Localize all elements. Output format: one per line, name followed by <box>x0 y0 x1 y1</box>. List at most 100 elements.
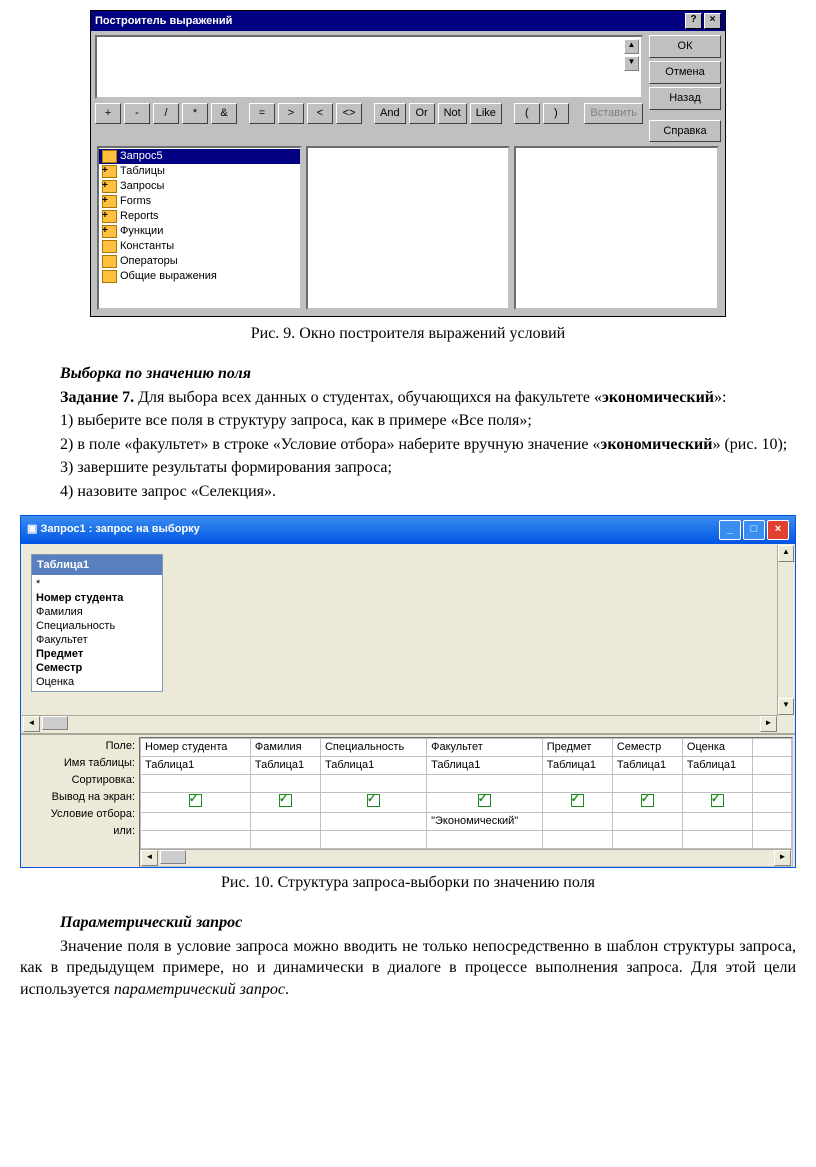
paste-button[interactable]: Вставить <box>584 103 643 124</box>
tree-item[interactable]: Forms <box>99 194 300 209</box>
op---button[interactable]: - <box>124 103 150 124</box>
show-checkbox[interactable] <box>478 794 491 807</box>
grid-scrollbar[interactable]: ◄► <box>140 849 792 866</box>
criteria-cell[interactable] <box>612 813 682 831</box>
tree-item[interactable]: Таблицы <box>99 164 300 179</box>
criteria-cell[interactable] <box>141 813 251 831</box>
op-&-button[interactable]: & <box>211 103 237 124</box>
field-cell[interactable]: Факультет <box>427 738 543 756</box>
close-icon[interactable]: × <box>767 520 789 540</box>
scroll-up-icon[interactable]: ▲ <box>778 545 794 562</box>
table-cell[interactable]: Таблица1 <box>427 756 543 774</box>
op-*-button[interactable]: * <box>182 103 208 124</box>
field-item[interactable]: Предмет <box>36 647 158 661</box>
tree-item[interactable]: Функции <box>99 224 300 239</box>
scroll-right-icon[interactable]: ► <box>774 850 791 866</box>
tree-item[interactable]: Константы <box>99 239 300 254</box>
field-item[interactable]: Семестр <box>36 661 158 675</box>
field-item[interactable]: Специальность <box>36 619 158 633</box>
sort-cell[interactable] <box>320 774 426 792</box>
table-cell[interactable]: Таблица1 <box>682 756 752 774</box>
tree-item[interactable]: Запрос5 <box>99 149 300 164</box>
table-cell[interactable]: Таблица1 <box>542 756 612 774</box>
field-cell[interactable]: Специальность <box>320 738 426 756</box>
criteria-cell[interactable] <box>542 813 612 831</box>
show-checkbox[interactable] <box>641 794 654 807</box>
tree-item[interactable]: Запросы <box>99 179 300 194</box>
spin-down-icon[interactable]: ▼ <box>624 56 639 71</box>
show-checkbox[interactable] <box>367 794 380 807</box>
field-cell[interactable]: Семестр <box>612 738 682 756</box>
criteria-cell[interactable] <box>250 813 320 831</box>
category-tree[interactable]: Запрос5ТаблицыЗапросыFormsReportsФункции… <box>97 146 302 310</box>
design-table[interactable]: Номер студентаФамилияСпециальностьФакуль… <box>140 738 792 850</box>
values-list[interactable] <box>514 146 719 310</box>
sort-cell[interactable] <box>427 774 543 792</box>
vertical-scrollbar[interactable]: ▲▼ <box>777 545 794 715</box>
help-button[interactable]: Справка <box>649 120 721 143</box>
spin-up-icon[interactable]: ▲ <box>624 39 639 54</box>
criteria-cell[interactable]: "Экономический" <box>427 813 543 831</box>
scroll-left-icon[interactable]: ◄ <box>23 716 40 732</box>
table-card[interactable]: Таблица1 *Номер студентаФамилияСпециальн… <box>31 554 163 693</box>
op-+-button[interactable]: + <box>95 103 121 124</box>
scroll-down-icon[interactable]: ▼ <box>778 698 794 715</box>
op-=-button[interactable]: = <box>249 103 275 124</box>
field-cell[interactable]: Предмет <box>542 738 612 756</box>
help-icon[interactable]: ? <box>685 13 702 29</box>
op-or-button[interactable]: Or <box>409 103 435 124</box>
table-cell[interactable]: Таблица1 <box>320 756 426 774</box>
or-cell[interactable] <box>427 831 543 849</box>
or-cell[interactable] <box>542 831 612 849</box>
sort-cell[interactable] <box>250 774 320 792</box>
relationship-pane[interactable]: Таблица1 *Номер студентаФамилияСпециальн… <box>21 544 795 733</box>
op-<>-button[interactable]: <> <box>336 103 362 124</box>
op-and-button[interactable]: And <box>374 103 406 124</box>
or-cell[interactable] <box>141 831 251 849</box>
table-cell[interactable]: Таблица1 <box>612 756 682 774</box>
op-not-button[interactable]: Not <box>438 103 467 124</box>
minimize-icon[interactable]: _ <box>719 520 741 540</box>
field-item[interactable]: Номер студента <box>36 591 158 605</box>
sort-cell[interactable] <box>141 774 251 792</box>
or-cell[interactable] <box>320 831 426 849</box>
back-button[interactable]: Назад <box>649 87 721 110</box>
field-cell[interactable]: Оценка <box>682 738 752 756</box>
tree-item[interactable]: Reports <box>99 209 300 224</box>
ok-button[interactable]: ОК <box>649 35 721 58</box>
or-cell[interactable] <box>250 831 320 849</box>
close-icon[interactable]: × <box>704 13 721 29</box>
scroll-right-icon[interactable]: ► <box>760 716 777 732</box>
criteria-cell[interactable] <box>320 813 426 831</box>
sort-cell[interactable] <box>682 774 752 792</box>
op-<-button[interactable]: < <box>307 103 333 124</box>
show-checkbox[interactable] <box>279 794 292 807</box>
tree-item[interactable]: Операторы <box>99 254 300 269</box>
op->-button[interactable]: > <box>278 103 304 124</box>
or-cell[interactable] <box>612 831 682 849</box>
field-cell[interactable]: Фамилия <box>250 738 320 756</box>
criteria-cell[interactable] <box>682 813 752 831</box>
maximize-icon[interactable]: □ <box>743 520 765 540</box>
op-like-button[interactable]: Like <box>470 103 502 124</box>
field-item[interactable]: Факультет <box>36 633 158 647</box>
sort-cell[interactable] <box>612 774 682 792</box>
tree-item[interactable]: Общие выражения <box>99 269 300 284</box>
show-checkbox[interactable] <box>711 794 724 807</box>
table-cell[interactable]: Таблица1 <box>250 756 320 774</box>
cancel-button[interactable]: Отмена <box>649 61 721 84</box>
or-cell[interactable] <box>682 831 752 849</box>
show-checkbox[interactable] <box>571 794 584 807</box>
field-item[interactable]: * <box>36 577 158 591</box>
show-checkbox[interactable] <box>189 794 202 807</box>
op-(-button[interactable]: ( <box>514 103 540 124</box>
op-)-button[interactable]: ) <box>543 103 569 124</box>
table-cell[interactable]: Таблица1 <box>141 756 251 774</box>
field-item[interactable]: Оценка <box>36 675 158 689</box>
sort-cell[interactable] <box>542 774 612 792</box>
field-item[interactable]: Фамилия <box>36 605 158 619</box>
items-list[interactable] <box>306 146 511 310</box>
horizontal-scrollbar[interactable]: ◄► <box>22 715 778 732</box>
field-cell[interactable]: Номер студента <box>141 738 251 756</box>
expression-textarea[interactable]: ▲▼ <box>95 35 643 99</box>
